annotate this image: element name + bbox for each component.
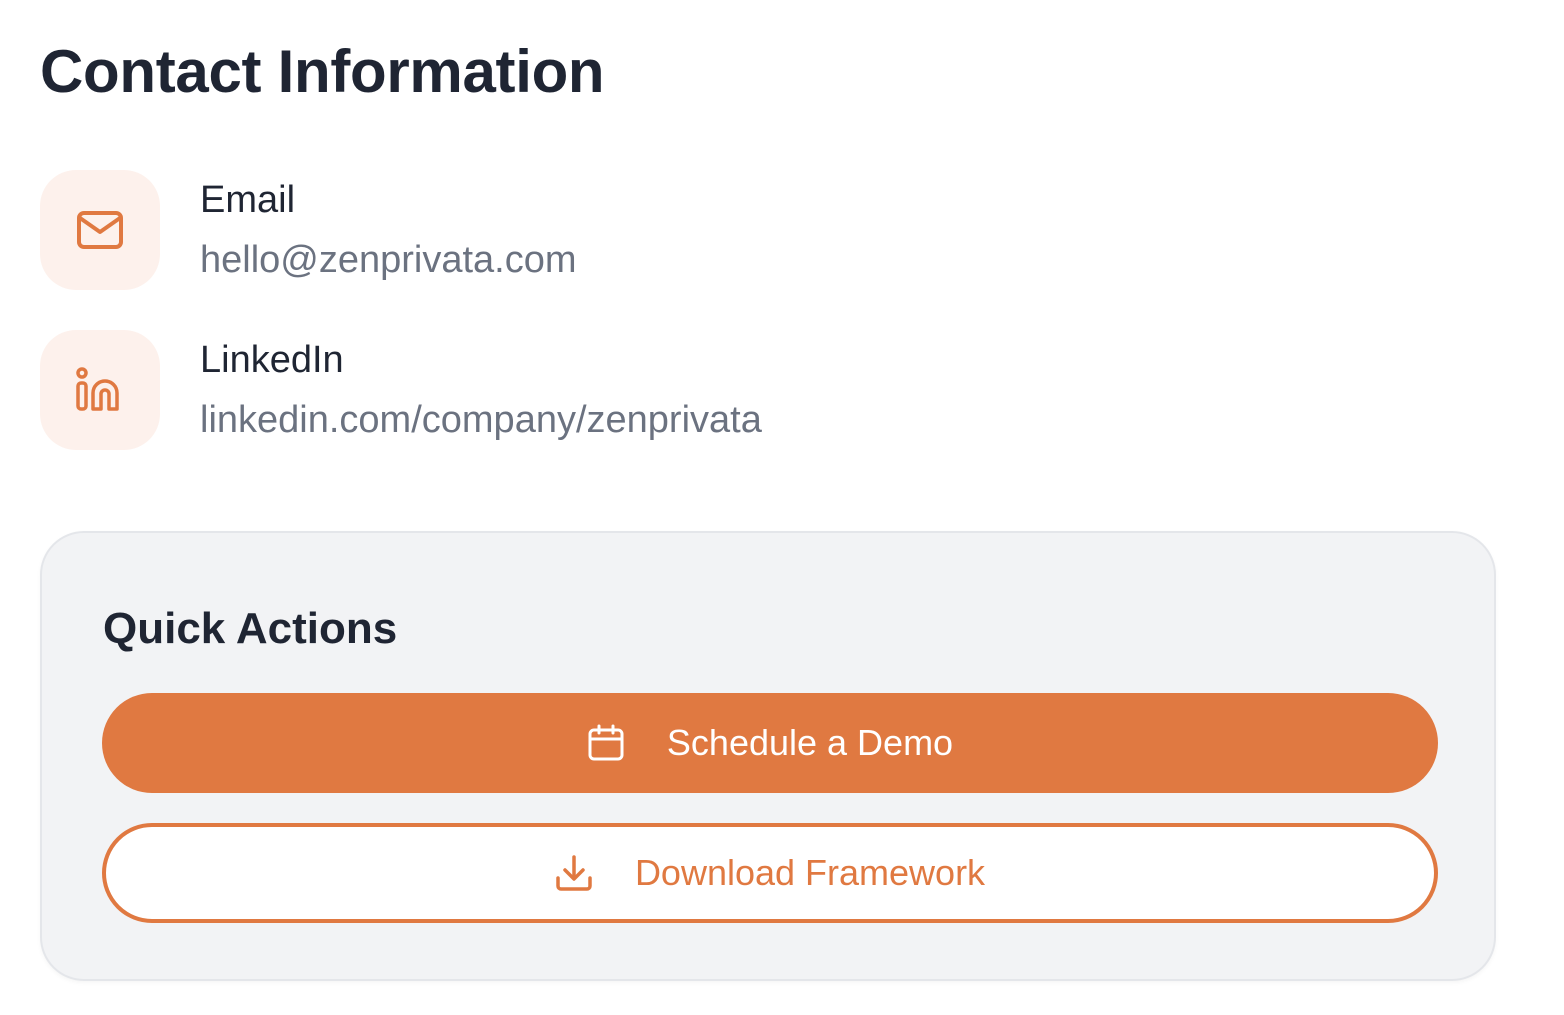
schedule-demo-button[interactable]: Schedule a Demo <box>102 693 1438 793</box>
contact-label-linkedin: LinkedIn <box>200 339 344 381</box>
contact-item-email: Email hello@zenprivata.com <box>40 170 1040 290</box>
contact-value-email[interactable]: hello@zenprivata.com <box>200 236 577 284</box>
schedule-demo-label: Schedule a Demo <box>666 722 954 763</box>
download-framework-label: Download Framework <box>634 852 986 893</box>
linkedin-icon-tile <box>40 330 160 450</box>
download-icon <box>555 854 593 892</box>
contact-label-email: Email <box>200 179 296 221</box>
calendar-icon <box>587 724 625 762</box>
contact-value-linkedin[interactable]: linkedin.com/company/zenprivata <box>200 396 762 444</box>
download-framework-button[interactable]: Download Framework <box>102 823 1438 923</box>
mail-icon-tile <box>40 170 160 290</box>
quick-actions-title: Quick Actions <box>103 604 398 653</box>
mail-icon <box>77 211 123 249</box>
quick-actions-card: Quick Actions Schedule a Demo Download F… <box>40 531 1496 981</box>
linkedin-icon <box>76 367 119 411</box>
contact-item-linkedin: LinkedIn linkedin.com/company/zenprivata <box>40 330 1040 450</box>
page-title: Contact Information <box>40 38 605 105</box>
